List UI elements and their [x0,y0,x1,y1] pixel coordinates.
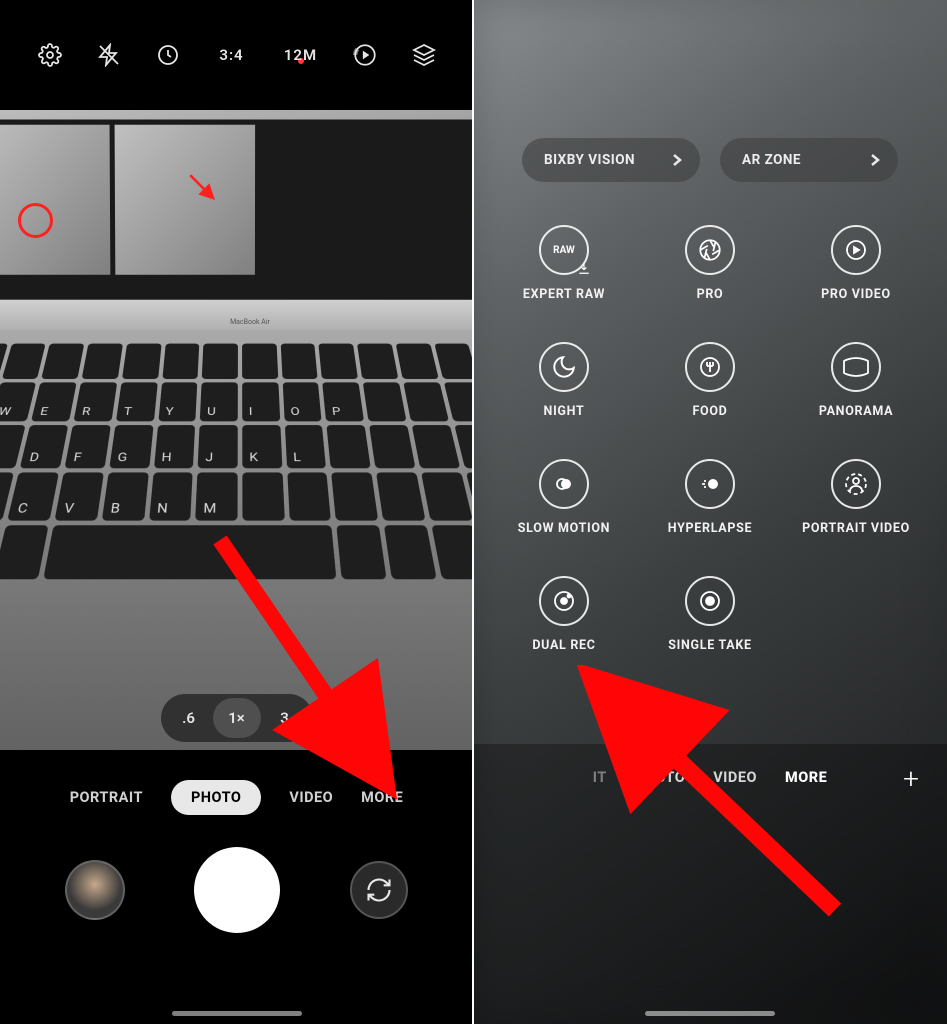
flash-off-icon [97,43,121,67]
bottom-controls [0,830,473,950]
camera-mode-row: PORTRAIT PHOTO VIDEO MORE [0,775,473,819]
laptop-keyboard: QWERTYUIOP ASDFGHJKL ZXCVBNM command [0,330,473,750]
aspect-ratio-button[interactable]: 3:4 [210,38,254,72]
mode-hyperlapse[interactable]: HYPERLAPSE [637,459,783,536]
add-mode-button[interactable]: + [893,760,929,796]
home-indicator[interactable] [172,1011,302,1016]
aperture-icon [697,237,723,263]
mode-it-partial[interactable]: IT [593,769,607,786]
resolution-button[interactable]: 12M [279,38,323,72]
download-icon [577,261,591,275]
mode-expert-raw[interactable]: RAW EXPERT RAW [491,225,637,302]
single-take-icon [698,589,722,613]
motion-photo-icon [352,42,378,68]
zoom-1x[interactable]: 1× [213,698,261,738]
panorama-icon [841,355,871,379]
portrait-video-icon [844,472,868,496]
pane-divider [472,0,474,1024]
pro-video-icon [844,238,868,262]
mode-label: NIGHT [544,404,585,419]
mode-night[interactable]: NIGHT [491,342,637,419]
mode-label: FOOD [692,404,727,419]
mode-label: SLOW MOTION [518,521,610,536]
gear-icon [38,43,62,67]
home-indicator[interactable] [645,1011,775,1016]
bixby-vision-button[interactable]: BIXBY VISION [522,138,700,182]
filters-button[interactable] [407,38,441,72]
ar-zone-button[interactable]: AR ZONE [720,138,898,182]
mode-slow-motion[interactable]: SLOW MOTION [491,459,637,536]
zoom-selector: .6 1× 3 [161,694,313,742]
mode-food[interactable]: FOOD [637,342,783,419]
settings-button[interactable] [33,38,67,72]
ar-zone-label: AR ZONE [742,152,801,168]
mode-more[interactable]: MORE [785,769,827,786]
mode-portrait[interactable]: PORTRAIT [70,789,143,806]
motion-photo-button[interactable] [348,38,382,72]
timer-icon [156,43,180,67]
hyperlapse-icon [698,472,722,496]
laptop-screen-preview [0,120,473,300]
shutter-button[interactable] [194,847,280,933]
mode-label: PRO VIDEO [821,287,891,302]
laptop-hinge: MacBook Air [0,300,473,330]
layers-icon [412,43,436,67]
mode-dual-rec[interactable]: DUAL REC [491,576,637,653]
mode-grid: RAW EXPERT RAW PRO PRO VIDEO NIGHT FOOD … [473,225,947,653]
mode-label: SINGLE TAKE [668,638,751,653]
switch-camera-button[interactable] [350,861,408,919]
mode-pro[interactable]: PRO [637,225,783,302]
zoom-ultrawide[interactable]: .6 [165,698,213,738]
timer-button[interactable] [151,38,185,72]
flash-button[interactable] [92,38,126,72]
mode-label: EXPERT RAW [523,287,605,302]
zoom-3x[interactable]: 3 [261,698,309,738]
top-toolbar: 3:4 12M [0,0,473,110]
mode-portrait-video[interactable]: PORTRAIT VIDEO [783,459,929,536]
moon-icon [551,354,577,380]
chevron-right-icon [672,153,682,167]
mode-label: PORTRAIT VIDEO [802,521,910,536]
mode-photo[interactable]: PHOTO [171,780,261,815]
food-icon [698,355,722,379]
dual-rec-icon [552,589,576,613]
camera-more-modes: BIXBY VISION AR ZONE RAW EXPERT RAW PRO … [473,0,947,1024]
mode-photo[interactable]: PHOTO [635,769,685,786]
mode-single-take[interactable]: SINGLE TAKE [637,576,783,653]
annotation-arrow-small [185,170,220,205]
bixby-vision-label: BIXBY VISION [544,152,635,168]
top-chips-row: BIXBY VISION AR ZONE [473,138,947,182]
mode-label: HYPERLAPSE [668,521,753,536]
mode-pro-video[interactable]: PRO VIDEO [783,225,929,302]
camera-viewfinder[interactable]: MacBook Air QWERTYUIOP ASDFGHJKL ZXCVBNM… [0,110,473,750]
mode-panorama[interactable]: PANORAMA [783,342,929,419]
mode-more[interactable]: MORE [361,789,403,806]
gallery-thumbnail[interactable] [65,860,125,920]
annotation-red-circle [18,203,53,238]
camera-mode-row: IT PHOTO VIDEO MORE [473,755,947,799]
mode-label: DUAL REC [532,638,595,653]
mode-label: PANORAMA [819,404,893,419]
mode-video[interactable]: VIDEO [289,789,333,806]
camera-app-main: 3:4 12M MacBook Air QWERTYUIOP ASDFGHJKL… [0,0,473,1024]
mode-label: PRO [697,287,724,302]
raw-icon-label: RAW [553,245,575,256]
switch-camera-icon [365,876,393,904]
slow-motion-icon [552,472,576,496]
chevron-right-icon [870,153,880,167]
mode-video[interactable]: VIDEO [713,769,757,786]
